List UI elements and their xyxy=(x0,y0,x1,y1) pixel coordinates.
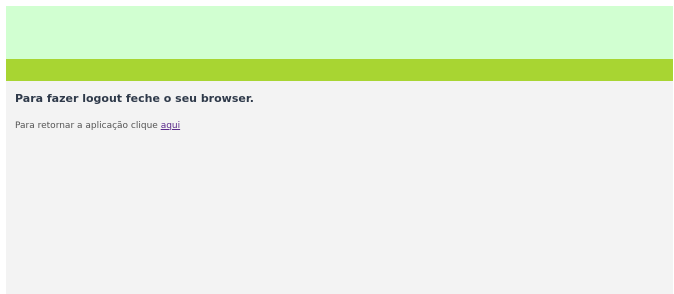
return-link[interactable]: aqui xyxy=(161,121,180,131)
header-accent-bar xyxy=(6,59,673,81)
main-content: Para fazer logout feche o seu browser. P… xyxy=(6,81,673,294)
top-banner xyxy=(6,6,673,59)
return-text: Para retornar a aplicação clique xyxy=(15,121,161,131)
logout-heading: Para fazer logout feche o seu browser. xyxy=(15,92,254,105)
page-frame: Para fazer logout feche o seu browser. P… xyxy=(6,6,673,294)
return-instructions: Para retornar a aplicação clique aqui xyxy=(15,120,664,132)
